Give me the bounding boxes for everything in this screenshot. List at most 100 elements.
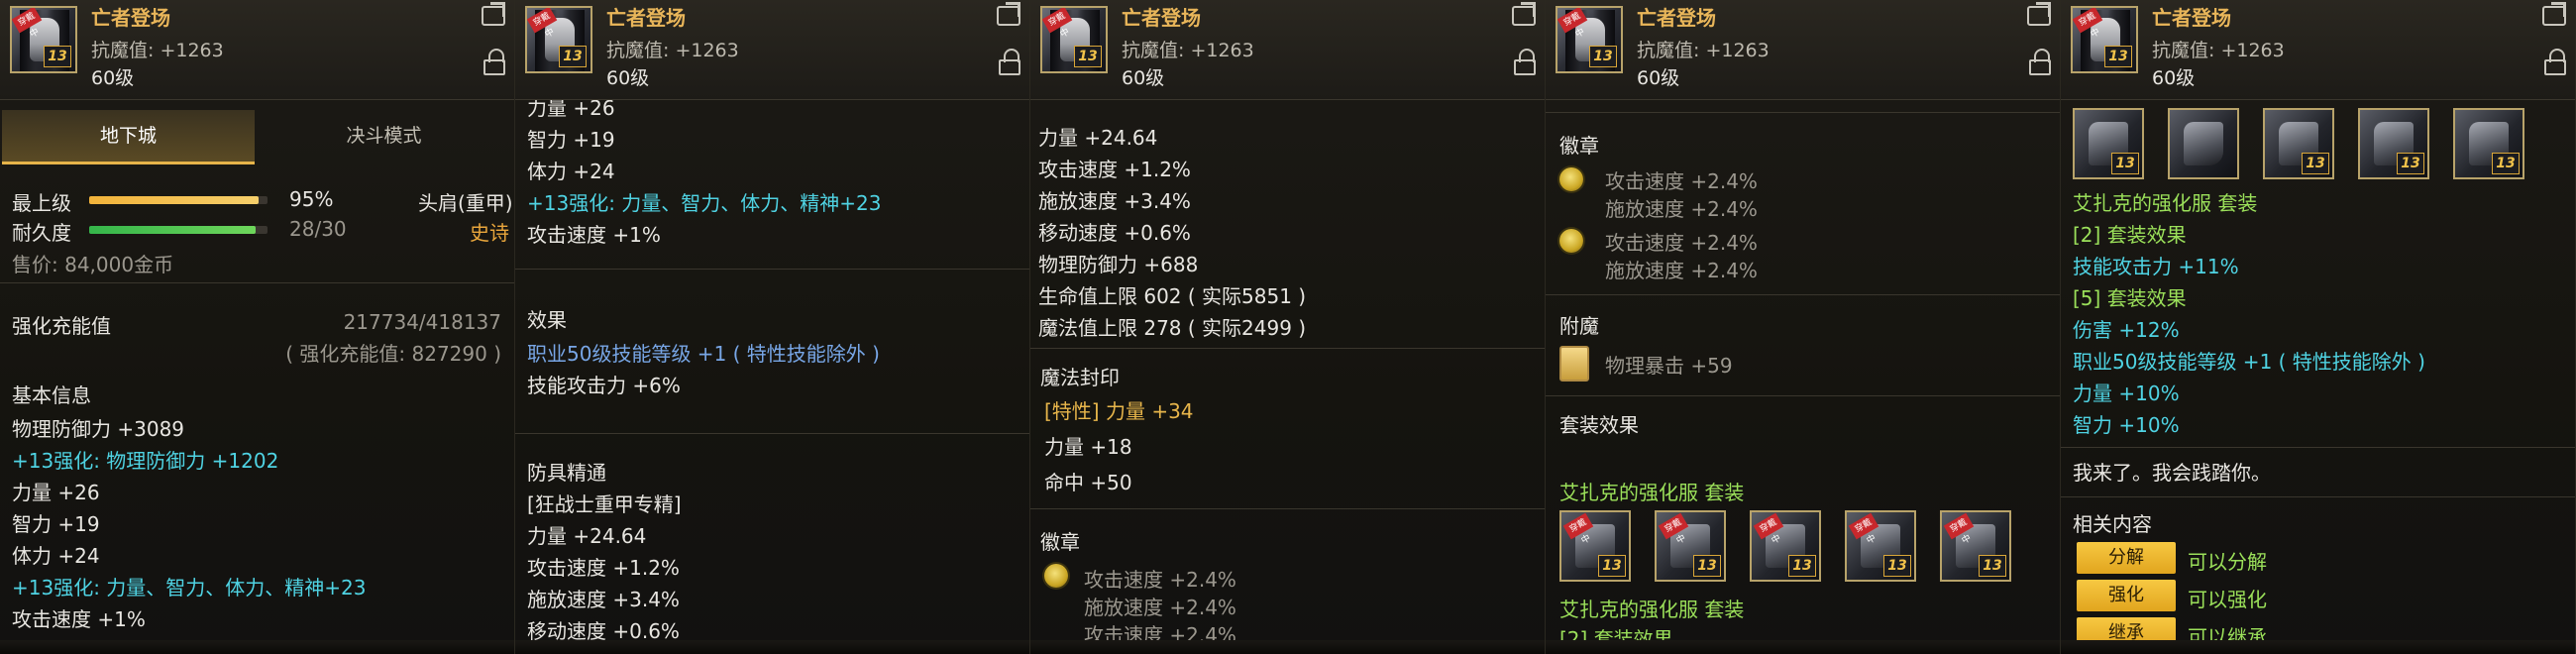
set-item-icon[interactable]: 13 (2263, 108, 2334, 179)
upgrade-level-badge: 13 (559, 46, 587, 67)
set-line: 力量 +10% (2073, 382, 2180, 405)
set-item-icon[interactable]: 13 (2073, 108, 2144, 179)
set-name: 艾扎克的强化服 套装 (1559, 481, 1745, 504)
slot-type: 头肩(重甲) (418, 191, 513, 215)
base-info-title: 基本信息 (12, 383, 91, 407)
stat-line: 物理防御力 +3089 (12, 417, 185, 441)
tab-dungeon[interactable]: 地下城 (2, 110, 255, 164)
mastery-title: 防具精通 (527, 461, 606, 485)
set-item-icon[interactable]: 穿戴中 13 (1845, 510, 1916, 582)
set-line: 职业50级技能等级 +1 ( 特性技能除外 ) (2073, 350, 2425, 374)
upgrade-level-badge: 13 (1693, 555, 1721, 577)
equipped-badge: 穿戴中 (1848, 512, 1879, 546)
tab-pvp[interactable]: 决斗模式 (258, 110, 510, 162)
emblem-line: 攻击速度 +2.4% (1605, 231, 1758, 255)
upgrade-level-badge: 13 (2302, 153, 2329, 174)
item-level: 60级 (2152, 67, 2196, 89)
durability-label: 耐久度 (12, 221, 71, 245)
enhance-button[interactable]: 强化 (2077, 580, 2176, 611)
equipped-badge: 穿戴中 (1943, 512, 1975, 546)
separator (1546, 294, 2060, 295)
set-item-icon[interactable]: 穿戴中 13 (1750, 510, 1821, 582)
stat-line: +13强化: 力量、智力、体力、精神+23 (12, 576, 367, 600)
separator (515, 269, 1029, 270)
share-icon[interactable] (997, 6, 1020, 26)
item-magic-resist: 抗魔值: +1263 (91, 40, 224, 61)
separator (1546, 112, 2060, 113)
set-item-icon[interactable]: 穿戴中 13 (1655, 510, 1726, 582)
upgrade-level-badge: 13 (1074, 46, 1102, 67)
separator (0, 282, 514, 283)
lock-icon[interactable] (999, 49, 1020, 75)
lock-icon[interactable] (2029, 49, 2051, 75)
rarity-label: 史诗 (470, 221, 509, 245)
equipped-badge: 穿戴中 (1562, 512, 1594, 546)
seal-line: 力量 +18 (1044, 435, 1132, 459)
item-magic-resist: 抗魔值: +1263 (2152, 40, 2285, 61)
durability-bar (89, 226, 268, 234)
share-icon[interactable] (2542, 6, 2566, 26)
item-body: 徽章 攻击速度 +2.4% 施放速度 +2.4% 攻击速度 +2.4% 施放速度… (1546, 100, 2060, 654)
set-item-icon[interactable]: 穿戴中 13 (1559, 510, 1631, 582)
lock-icon[interactable] (1514, 49, 1536, 75)
emblem-title: 徽章 (1040, 530, 1080, 554)
stat-line: 攻击速度 +1% (12, 607, 146, 631)
upgrade-level-badge: 13 (2492, 153, 2520, 174)
flavor-quote: 我来了。我会践踏你。 (2073, 461, 2271, 485)
item-header: 穿戴中 13 亡者登场 抗魔值: +1263 60级 (1030, 0, 1545, 100)
item-magic-resist: 抗魔值: +1263 (1122, 40, 1254, 61)
effect-line: 职业50级技能等级 +1 ( 特性技能除外 ) (527, 342, 880, 366)
tooltip-panel-2: 穿戴中 13 亡者登场 抗魔值: +1263 60级 力量 +26 智力 +19… (515, 0, 1030, 654)
stat-line: 生命值上限 602 ( 实际5851 ) (1038, 284, 1307, 308)
item-magic-resist: 抗魔值: +1263 (606, 40, 739, 61)
set-item-icon[interactable]: 13 (2358, 108, 2429, 179)
stat-line: 力量 +24.64 (1038, 126, 1158, 150)
tooltip-panel-1: 穿戴中 13 亡者登场 抗魔值: +1263 60级 地下城 决斗模式 最上级 … (0, 0, 515, 654)
item-icon: 穿戴中 13 (2071, 6, 2138, 73)
stat-line: +13强化: 物理防御力 +1202 (12, 449, 279, 473)
separator (515, 433, 1029, 434)
emblem-line: 施放速度 +2.4% (1605, 259, 1758, 282)
item-icon: 穿戴中 13 (525, 6, 592, 73)
upgrade-level-badge: 13 (2111, 153, 2139, 174)
share-icon[interactable] (482, 6, 505, 26)
set-line: [2] 套装效果 (2073, 223, 2187, 247)
disassemble-button[interactable]: 分解 (2077, 542, 2176, 574)
lock-icon[interactable] (2544, 49, 2566, 75)
durability-bar-fill (89, 226, 256, 234)
item-body: 13 13 13 13 艾扎克的强化服 套装 [2] 套装效果 技能攻击力 +1… (2061, 100, 2575, 654)
effect-line: 技能攻击力 +6% (527, 374, 681, 397)
separator (2061, 496, 2575, 497)
item-header: 穿戴中 13 亡者登场 抗魔值: +1263 60级 (0, 0, 514, 100)
enchant-card-icon (1559, 346, 1589, 382)
share-icon[interactable] (2027, 6, 2051, 26)
set-item-icon[interactable] (2168, 108, 2239, 179)
item-name: 亡者登场 (1637, 6, 1716, 30)
upgrade-level-badge: 13 (2104, 46, 2132, 67)
set-item-icon[interactable]: 13 (2453, 108, 2524, 179)
item-header: 穿戴中 13 亡者登场 抗魔值: +1263 60级 (2061, 0, 2575, 100)
mastery-line: 施放速度 +3.4% (527, 588, 680, 611)
share-icon[interactable] (1512, 6, 1536, 26)
set-name: 艾扎克的强化服 套装 (2073, 191, 2258, 215)
grade-bar-fill (89, 196, 259, 204)
set-line: 技能攻击力 +11% (2073, 255, 2239, 278)
mastery-subtitle: [狂战士重甲专精] (527, 492, 682, 516)
stat-line: 力量 +26 (12, 481, 100, 504)
set-item-icon[interactable]: 穿戴中 13 (1940, 510, 2011, 582)
separator (1546, 395, 2060, 396)
effect-title: 效果 (527, 308, 567, 332)
enhance-label: 可以强化 (2188, 588, 2267, 611)
panel-footer (0, 640, 514, 654)
emblem-line: 攻击速度 +2.4% (1084, 568, 1236, 592)
tooltip-panel-4: 穿戴中 13 亡者登场 抗魔值: +1263 60级 徽章 攻击速度 +2.4%… (1546, 0, 2061, 654)
set-effect-title: 套装效果 (1559, 413, 1639, 437)
stat-line: 移动速度 +0.6% (1038, 221, 1191, 245)
emblem-icon (1559, 229, 1583, 253)
stat-line: 物理防御力 +688 (1038, 253, 1199, 276)
tooltip-panel-3: 穿戴中 13 亡者登场 抗魔值: +1263 60级 力量 +24.64 攻击速… (1030, 0, 1546, 654)
lock-icon[interactable] (483, 49, 505, 75)
related-title: 相关内容 (2073, 512, 2152, 536)
enchant-title: 附魔 (1559, 314, 1599, 338)
panel-footer (1546, 640, 2060, 654)
